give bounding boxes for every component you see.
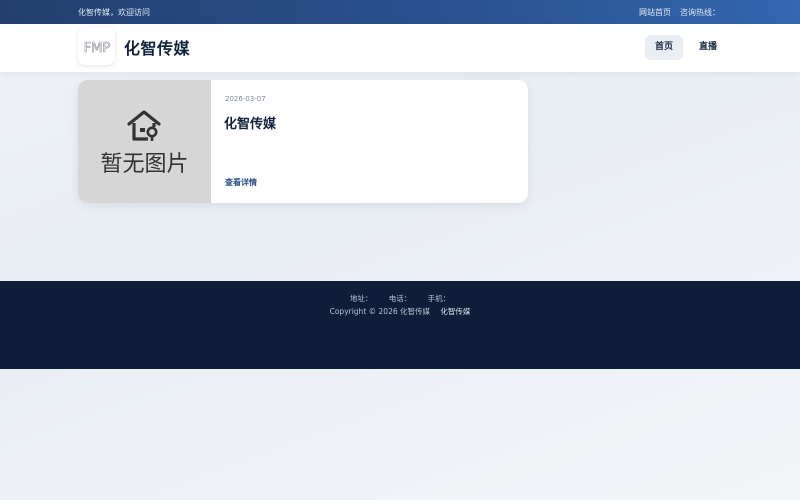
logo-mark-icon: FMP	[83, 40, 110, 55]
view-details-link[interactable]: 查看详情	[225, 177, 257, 188]
footer-mobile: 手机：	[427, 294, 451, 303]
site-name[interactable]: 化智传媒	[124, 35, 190, 59]
svg-text:FMP: FMP	[83, 41, 110, 55]
copyright-text: Copyright © 2026 化智传媒	[329, 307, 430, 316]
welcome-text: 化智传媒，欢迎访问	[78, 8, 150, 17]
footer-copyright-row: Copyright © 2026 化智传媒 化智传媒	[0, 306, 800, 317]
footer-brand-link[interactable]: 化智传媒	[440, 307, 470, 316]
site-home-link[interactable]: 网站首页	[639, 7, 671, 18]
top-bar: 化智传媒，欢迎访问 网站首页 咨询热线：	[0, 0, 800, 24]
site-footer: 地址： 电话： 手机： Copyright © 2026 化智传媒 化智传媒	[0, 281, 800, 369]
site-header: FMP 化智传媒 首页 直播	[0, 24, 800, 72]
footer-contact: 地址： 电话： 手机：	[0, 293, 800, 304]
nav-item-live[interactable]: 直播	[689, 35, 727, 60]
footer-address: 地址：	[349, 294, 373, 303]
hotline-text: 咨询热线：	[680, 8, 720, 17]
main-nav: 首页 直播	[645, 35, 727, 60]
footer-phone: 电话：	[388, 294, 412, 303]
top-links: 网站首页 咨询热线：	[639, 7, 720, 18]
no-image-text: 暂无图片	[100, 152, 189, 177]
site-logo[interactable]: FMP	[78, 28, 115, 65]
house-location-icon	[127, 110, 161, 141]
nav-item-home[interactable]: 首页	[645, 35, 684, 60]
card-image-placeholder[interactable]: 暂无图片	[78, 80, 211, 203]
card-title[interactable]: 化智传媒	[224, 113, 276, 132]
article-card[interactable]: 暂无图片 2026-03-07 化智传媒 查看详情	[78, 80, 528, 203]
card-date: 2026-03-07	[225, 95, 266, 103]
